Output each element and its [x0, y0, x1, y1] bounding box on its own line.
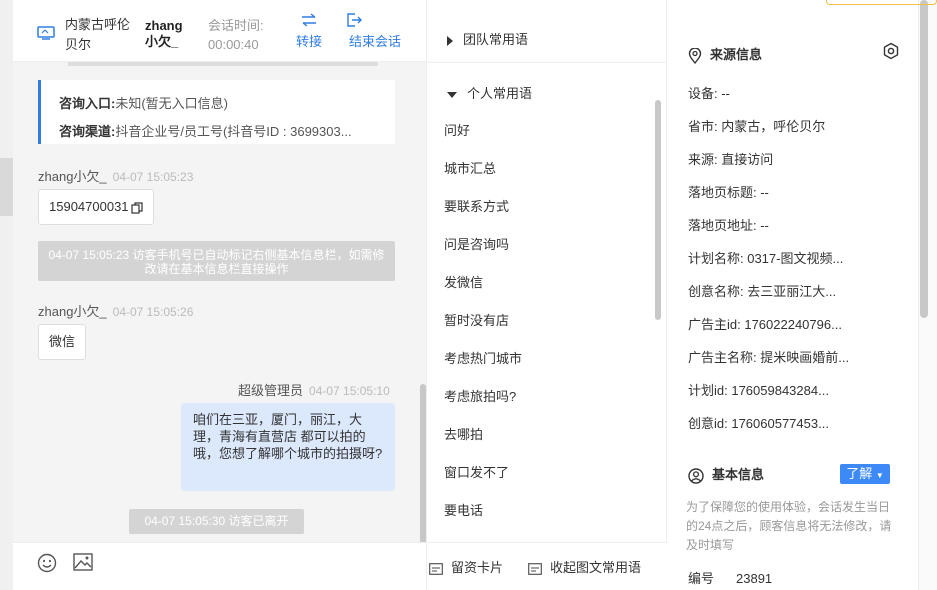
group-label: 个人常用语 [467, 86, 533, 101]
info-field-plan-name: 计划名称: 0317-图文视频... [688, 251, 844, 266]
consult-entry-value: 未知(暂无入口信息) [115, 96, 229, 111]
info-field-plan-id: 计划id: 176059843284... [688, 383, 829, 398]
team-phrases-group[interactable]: 团队常用语 [447, 29, 528, 48]
transfer-button[interactable]: 转接 [294, 13, 324, 50]
caret-down-icon [447, 91, 457, 98]
page-scrollbar[interactable] [920, 0, 928, 318]
message-time: 04-07 15:05:26 [112, 305, 194, 319]
info-field-creative-id: 创意id: 176060577453... [688, 416, 829, 431]
info-field-source: 来源: 直接访问 [688, 152, 774, 167]
info-field-creative-name: 创意名称: 去三亚丽江大... [688, 284, 837, 299]
phrase-item[interactable]: 暂时没有店 [444, 310, 509, 329]
chat-pane: 内蒙古呼伦贝尔 zhang小欠_ 会话时间: 00:00:40 转接 结束会话 … [13, 0, 426, 590]
phrase-item[interactable]: 要电话 [444, 500, 483, 519]
personal-phrases-group[interactable]: 个人常用语 [447, 83, 532, 102]
left-edge-highlight [0, 158, 13, 216]
chevron-down-icon: ▼ [875, 471, 884, 480]
info-field-advertiser-name: 广告主名称: 提米映画婚前... [688, 350, 850, 365]
customer-info-pane: 来源信息 设备: -- 省市: 内蒙古，呼伦贝尔 来源: 直接访问 落地页标题:… [668, 0, 918, 590]
customer-number-label: 编号 [688, 571, 715, 586]
transfer-label: 转接 [295, 34, 322, 49]
info-field-advertiser-id: 广告主id: 176022240796... [688, 317, 842, 332]
phrase-item[interactable]: 去哪拍 [444, 424, 483, 443]
phrases-toolbar: 留资卡片 收起图文常用语 [427, 542, 667, 590]
chat-header: 内蒙古呼伦贝尔 zhang小欠_ 会话时间: 00:00:40 转接 结束会话 [13, 0, 426, 62]
consult-entry-row: 咨询入口:未知(暂无入口信息) [59, 90, 395, 118]
consult-entry-label: 咨询入口: [59, 96, 116, 111]
info-field-landing-title: 落地页标题: -- [688, 185, 769, 200]
message-time: 04-07 15:05:10 [309, 384, 390, 398]
phrase-item[interactable]: 要联系方式 [444, 196, 509, 215]
consult-info-card: 咨询入口:未知(暂无入口信息) 咨询渠道:抖音企业号/员工号(抖音号ID : 3… [38, 80, 395, 144]
edit-notice: 为了保障您的使用体验，会话发生当日的24点之后，顾客信息将无法修改，请及时填写 [686, 500, 892, 552]
session-time-label: 会话时间: [208, 18, 264, 33]
end-session-button[interactable]: 结束会话 [346, 13, 404, 50]
basic-info-title: 基本信息 [688, 464, 764, 484]
consult-channel-row: 咨询渠道:抖音企业号/员工号(抖音号ID : 3699303... [59, 118, 395, 146]
card-icon [429, 562, 443, 575]
previous-card-edge [68, 62, 378, 66]
message-sender: zhang小欠_ [38, 169, 107, 184]
phrase-item[interactable]: 窗口发不了 [444, 462, 509, 481]
learn-more-button[interactable]: 了解 ▼ [840, 464, 890, 484]
copy-icon[interactable] [130, 201, 143, 214]
phrase-item[interactable]: 发微信 [444, 272, 483, 291]
wechat-message-bubble[interactable]: 微信 [38, 324, 87, 360]
visitor-name: zhang小欠_ [145, 18, 183, 49]
image-icon[interactable] [73, 553, 93, 571]
visitor-location: 内蒙古呼伦贝尔 [65, 17, 131, 52]
message-meta: zhang小欠_ 04-07 15:05:23 [38, 166, 193, 185]
caret-right-icon [447, 35, 453, 46]
phrase-item[interactable]: 问是咨询吗 [444, 234, 509, 253]
message-sender: 超级管理员 [238, 383, 304, 398]
message-time: 04-07 15:05:23 [112, 170, 194, 184]
agent-message-bubble[interactable]: 咱们在三亚，厦门，丽江，大理，青海有直营店 都可以拍的哦，您想了解哪个城市的拍摄… [181, 403, 395, 491]
chat-messages[interactable]: 咨询入口:未知(暂无入口信息) 咨询渠道:抖音企业号/员工号(抖音号ID : 3… [13, 62, 426, 542]
message-sender: zhang小欠_ [38, 304, 107, 319]
learn-more-label: 了解 [846, 466, 873, 481]
system-note: 04-07 15:05:23 访客手机号已自动标记右侧基本信息栏，如需修改请在基… [38, 241, 395, 281]
background-window-edge [826, 0, 937, 5]
phrase-item[interactable]: 问好 [444, 120, 470, 139]
session-time-value: 00:00:40 [208, 37, 259, 52]
consult-channel-value: 抖音企业号/员工号(抖音号ID : 3699303... [115, 124, 352, 139]
phrases-scrollbar[interactable] [655, 100, 661, 320]
divider [427, 62, 667, 63]
phrase-item[interactable]: 城市汇总 [444, 158, 496, 177]
collapse-phrases-button[interactable]: 收起图文常用语 [528, 557, 641, 576]
phrase-item[interactable]: 考虑热门城市 [444, 348, 522, 367]
lead-card-label: 留资卡片 [451, 560, 504, 575]
settings-icon[interactable] [882, 42, 900, 60]
source-info-label: 来源信息 [710, 47, 763, 62]
phrase-item[interactable]: 考虑旅拍吗? [444, 386, 516, 405]
message-meta: zhang小欠_ 04-07 15:05:26 [38, 301, 193, 320]
source-info-title: 来源信息 [688, 44, 762, 64]
left-edge-strip [0, 0, 13, 590]
message-text: 微信 [49, 334, 76, 349]
basic-info-label: 基本信息 [712, 467, 765, 482]
message-icon [528, 562, 542, 575]
message-text: 15904700031 [49, 199, 129, 214]
emoji-icon[interactable] [37, 553, 57, 573]
lead-card-button[interactable]: 留资卡片 [429, 557, 503, 576]
consult-channel-label: 咨询渠道: [59, 124, 116, 139]
end-session-label: 结束会话 [348, 34, 401, 49]
info-field-province: 省市: 内蒙古，呼伦贝尔 [688, 119, 826, 134]
phrases-pane: 团队常用语 个人常用语 问好 城市汇总 要联系方式 问是咨询吗 发微信 暂时没有… [426, 0, 667, 590]
transfer-icon [302, 13, 316, 27]
phone-message-bubble[interactable]: 15904700031 [38, 189, 154, 225]
collapse-phrases-label: 收起图文常用语 [550, 560, 642, 575]
message-meta: 超级管理员 04-07 15:05:10 [238, 380, 390, 399]
user-icon [688, 467, 704, 484]
customer-number-value: 23891 [736, 571, 773, 586]
location-pin-icon [688, 46, 702, 64]
chat-toolbar [13, 542, 426, 590]
customer-number-row: 编号 23891 [688, 568, 772, 587]
info-field-device: 设备: -- [688, 86, 730, 101]
monitor-icon [37, 26, 55, 40]
exit-icon [347, 13, 362, 27]
info-field-landing-url: 落地页地址: -- [688, 218, 769, 233]
visitor-left-note: 04-07 15:05:30 访客已离开 [129, 509, 304, 534]
group-label: 团队常用语 [463, 32, 529, 47]
